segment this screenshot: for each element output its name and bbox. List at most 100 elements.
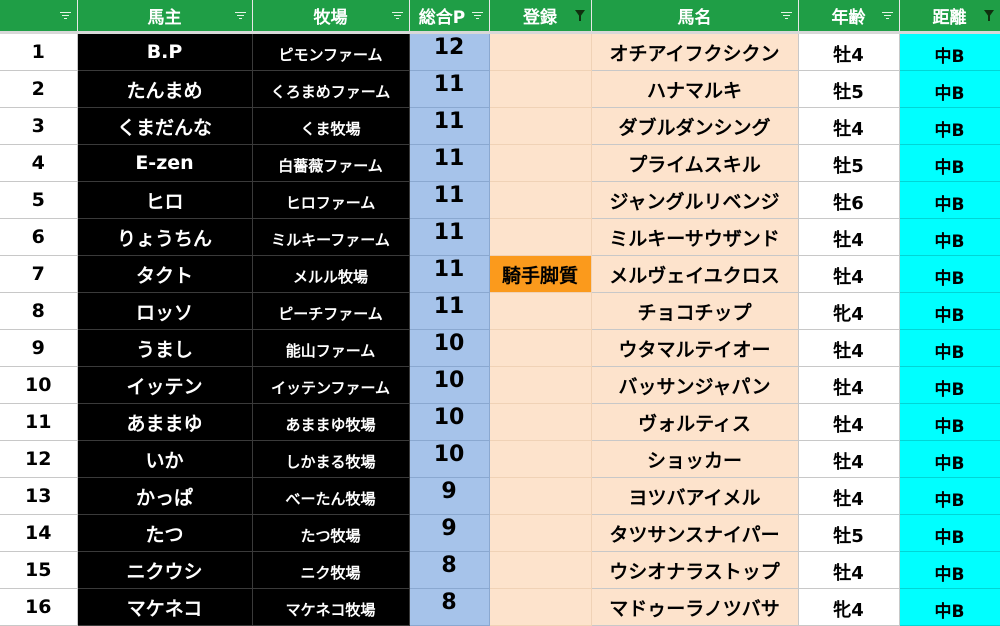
register-cell[interactable] xyxy=(489,403,592,441)
age-cell[interactable]: 牡4 xyxy=(798,107,900,145)
header-farm[interactable]: 牧場 xyxy=(252,0,410,34)
register-cell[interactable] xyxy=(489,70,592,108)
horse-name-cell[interactable]: ショッカー xyxy=(591,440,799,478)
row-number[interactable]: 1 xyxy=(0,32,78,71)
register-cell[interactable] xyxy=(489,551,592,589)
register-cell[interactable] xyxy=(489,32,592,71)
horse-name-cell[interactable]: ミルキーサウザンド xyxy=(591,218,799,256)
age-cell[interactable]: 牡4 xyxy=(798,32,900,71)
header-points[interactable]: 総合P xyxy=(409,0,490,34)
row-number[interactable]: 4 xyxy=(0,144,78,182)
age-cell[interactable]: 牡4 xyxy=(798,477,900,515)
horse-name-cell[interactable]: ジャングルリベンジ xyxy=(591,181,799,219)
distance-cell[interactable]: 中B xyxy=(899,292,1000,330)
horse-name-cell[interactable]: タツサンスナイパー xyxy=(591,514,799,552)
horse-name-cell[interactable]: ハナマルキ xyxy=(591,70,799,108)
register-cell[interactable] xyxy=(489,329,592,367)
register-cell[interactable] xyxy=(489,477,592,515)
points-cell[interactable]: 12 xyxy=(409,32,490,71)
farm-cell[interactable]: たつ牧場 xyxy=(252,514,410,552)
filter-funnel-icon[interactable] xyxy=(983,10,994,21)
owner-cell[interactable]: ロッソ xyxy=(77,292,253,330)
row-number[interactable]: 12 xyxy=(0,440,78,478)
owner-cell[interactable]: ニクウシ xyxy=(77,551,253,589)
horse-name-cell[interactable]: オチアイフクシクン xyxy=(591,32,799,71)
owner-cell[interactable]: たつ xyxy=(77,514,253,552)
age-cell[interactable]: 牡4 xyxy=(798,440,900,478)
points-cell[interactable]: 10 xyxy=(409,403,490,441)
register-cell[interactable] xyxy=(489,588,592,626)
filter-funnel-icon[interactable] xyxy=(574,10,585,21)
farm-cell[interactable]: くろまめファーム xyxy=(252,70,410,108)
horse-name-cell[interactable]: ウシオナラストップ xyxy=(591,551,799,589)
table-row[interactable]: 2 たんまめ くろまめファーム 11 ハナマルキ 牡5 中B xyxy=(0,70,1000,108)
age-cell[interactable]: 牝4 xyxy=(798,588,900,626)
age-cell[interactable]: 牝4 xyxy=(798,292,900,330)
age-cell[interactable]: 牡4 xyxy=(798,255,900,293)
table-row[interactable]: 11 あままゆ あままゆ牧場 10 ヴォルティス 牡4 中B xyxy=(0,403,1000,441)
points-cell[interactable]: 11 xyxy=(409,292,490,330)
farm-cell[interactable]: あままゆ牧場 xyxy=(252,403,410,441)
points-cell[interactable]: 9 xyxy=(409,514,490,552)
table-row[interactable]: 8 ロッソ ピーチファーム 11 チョコチップ 牝4 中B xyxy=(0,292,1000,330)
row-number[interactable]: 6 xyxy=(0,218,78,256)
register-cell[interactable] xyxy=(489,440,592,478)
filter-sort-icon[interactable] xyxy=(59,9,72,22)
farm-cell[interactable]: ピモンファーム xyxy=(252,32,410,71)
header-register[interactable]: 登録 xyxy=(489,0,592,34)
table-row[interactable]: 9 うまし 能山ファーム 10 ウタマルテイオー 牡4 中B xyxy=(0,329,1000,367)
age-cell[interactable]: 牡6 xyxy=(798,181,900,219)
farm-cell[interactable]: ミルキーファーム xyxy=(252,218,410,256)
row-number[interactable]: 7 xyxy=(0,255,78,293)
filter-sort-icon[interactable] xyxy=(234,9,247,22)
age-cell[interactable]: 牡4 xyxy=(798,218,900,256)
age-cell[interactable]: 牡4 xyxy=(798,366,900,404)
table-row[interactable]: 7 タクト メルル牧場 11 騎手脚質 メルヴェイユクロス 牡4 中B xyxy=(0,255,1000,293)
farm-cell[interactable]: 白薔薇ファーム xyxy=(252,144,410,182)
distance-cell[interactable]: 中B xyxy=(899,32,1000,71)
register-cell[interactable] xyxy=(489,181,592,219)
horse-name-cell[interactable]: メルヴェイユクロス xyxy=(591,255,799,293)
owner-cell[interactable]: いか xyxy=(77,440,253,478)
age-cell[interactable]: 牡4 xyxy=(798,403,900,441)
distance-cell[interactable]: 中B xyxy=(899,181,1000,219)
points-cell[interactable]: 11 xyxy=(409,255,490,293)
points-cell[interactable]: 11 xyxy=(409,181,490,219)
owner-cell[interactable]: りょうちん xyxy=(77,218,253,256)
age-cell[interactable]: 牡5 xyxy=(798,144,900,182)
table-row[interactable]: 13 かっぱ べーたん牧場 9 ヨツバアイメル 牡4 中B xyxy=(0,477,1000,515)
header-owner[interactable]: 馬主 xyxy=(77,0,253,34)
points-cell[interactable]: 10 xyxy=(409,366,490,404)
table-row[interactable]: 12 いか しかまる牧場 10 ショッカー 牡4 中B xyxy=(0,440,1000,478)
horse-name-cell[interactable]: プライムスキル xyxy=(591,144,799,182)
horse-name-cell[interactable]: ヨツバアイメル xyxy=(591,477,799,515)
register-cell[interactable] xyxy=(489,366,592,404)
farm-cell[interactable]: べーたん牧場 xyxy=(252,477,410,515)
points-cell[interactable]: 10 xyxy=(409,329,490,367)
register-cell[interactable] xyxy=(489,218,592,256)
farm-cell[interactable]: くま牧場 xyxy=(252,107,410,145)
points-cell[interactable]: 10 xyxy=(409,440,490,478)
horse-name-cell[interactable]: チョコチップ xyxy=(591,292,799,330)
distance-cell[interactable]: 中B xyxy=(899,255,1000,293)
distance-cell[interactable]: 中B xyxy=(899,551,1000,589)
table-row[interactable]: 15 ニクウシ ニク牧場 8 ウシオナラストップ 牡4 中B xyxy=(0,551,1000,589)
owner-cell[interactable]: ヒロ xyxy=(77,181,253,219)
row-number[interactable]: 9 xyxy=(0,329,78,367)
horse-name-cell[interactable]: ヴォルティス xyxy=(591,403,799,441)
distance-cell[interactable]: 中B xyxy=(899,107,1000,145)
row-number[interactable]: 5 xyxy=(0,181,78,219)
distance-cell[interactable]: 中B xyxy=(899,366,1000,404)
points-cell[interactable]: 9 xyxy=(409,477,490,515)
farm-cell[interactable]: ニク牧場 xyxy=(252,551,410,589)
owner-cell[interactable]: うまし xyxy=(77,329,253,367)
owner-cell[interactable]: B.P xyxy=(77,32,253,71)
register-cell[interactable] xyxy=(489,107,592,145)
points-cell[interactable]: 8 xyxy=(409,588,490,626)
row-number[interactable]: 3 xyxy=(0,107,78,145)
age-cell[interactable]: 牡4 xyxy=(798,551,900,589)
table-row[interactable]: 1 B.P ピモンファーム 12 オチアイフクシクン 牡4 中B xyxy=(0,32,1000,71)
register-cell[interactable] xyxy=(489,144,592,182)
farm-cell[interactable]: イッテンファーム xyxy=(252,366,410,404)
points-cell[interactable]: 8 xyxy=(409,551,490,589)
